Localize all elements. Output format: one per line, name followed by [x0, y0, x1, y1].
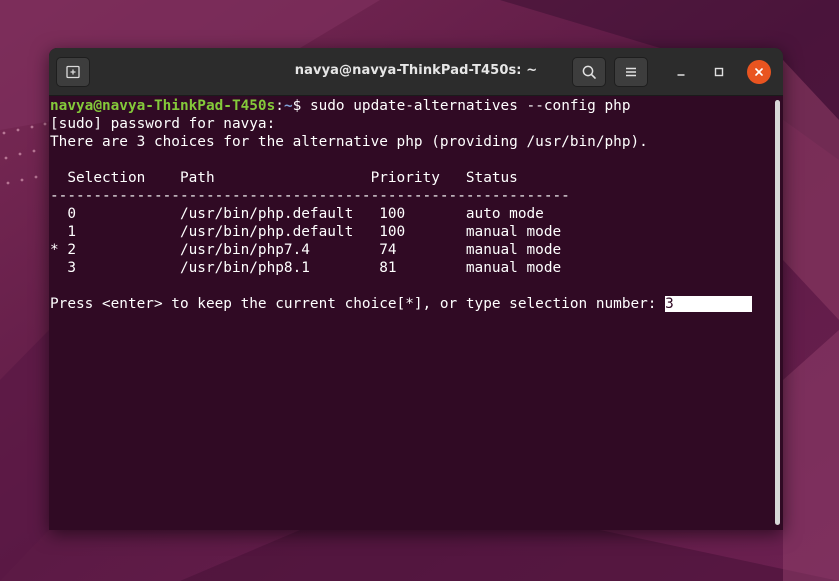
selection-prompt-line: Press <enter> to keep the current choice…: [50, 295, 783, 313]
search-button[interactable]: [572, 57, 606, 87]
maximize-button[interactable]: [707, 60, 731, 84]
terminal-output[interactable]: navya@navya-ThinkPad-T450s:~$ sudo updat…: [49, 97, 783, 530]
table-row: 1 /usr/bin/php.default 100 manual mode: [50, 224, 562, 240]
table-divider: ----------------------------------------…: [50, 188, 570, 204]
prompt-line: navya@navya-ThinkPad-T450s:~$ sudo updat…: [50, 97, 783, 115]
table-header: Selection Path Priority Status: [50, 170, 518, 186]
selection-input-value: 3: [665, 296, 674, 312]
terminal-window: navya@navya-ThinkPad-T450s: ~ navya@navy…: [49, 48, 783, 530]
hamburger-menu-button[interactable]: [614, 57, 648, 87]
output-line: [sudo] password for navya:: [50, 116, 276, 132]
prompt-symbol: $: [292, 98, 310, 114]
title-bar: navya@navya-ThinkPad-T450s: ~: [49, 48, 783, 96]
selection-question: Press <enter> to keep the current choice…: [50, 296, 666, 312]
terminal-scrollbar[interactable]: [775, 100, 780, 525]
selection-input[interactable]: 3: [665, 296, 752, 312]
close-icon: [755, 68, 763, 76]
prompt-user: navya@navya-ThinkPad-T450s: [50, 98, 276, 114]
minimize-icon: [677, 74, 685, 76]
search-icon: [582, 65, 596, 79]
table-row: 0 /usr/bin/php.default 100 auto mode: [50, 206, 544, 222]
maximize-icon: [714, 67, 724, 77]
table-row: * 2 /usr/bin/php7.4 74 manual mode: [50, 242, 562, 258]
close-button[interactable]: [747, 60, 771, 84]
command-text: sudo update-alternatives --config php: [309, 98, 631, 114]
prompt-path: ~: [283, 98, 293, 114]
table-row: 3 /usr/bin/php8.1 81 manual mode: [50, 260, 562, 276]
hamburger-menu-icon: [626, 67, 636, 77]
minimize-button[interactable]: [669, 60, 693, 84]
prompt-separator: :: [275, 98, 284, 114]
output-line: There are 3 choices for the alternative …: [50, 134, 648, 150]
